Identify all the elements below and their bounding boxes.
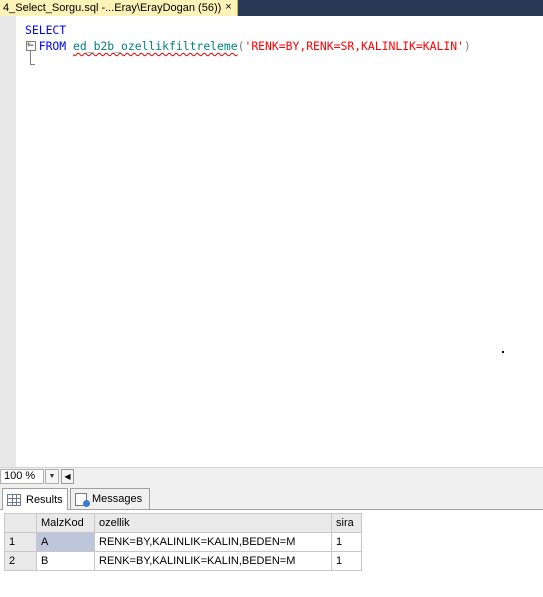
tab-messages[interactable]: Messages [70,488,150,509]
close-icon[interactable]: × [223,2,234,13]
zoom-bar: 100 % ▼ ◀ [0,467,543,485]
results-table: MalzKod ozellik sira 1 A RENK=BY,KALINLI… [4,513,362,571]
messages-icon [75,492,90,507]
table-row: 2 B RENK=BY,KALINLIK=KALIN,BEDEN=M 1 [4,551,362,571]
cell-ozellik[interactable]: RENK=BY,KALINLIK=KALIN,BEDEN=M [94,551,332,571]
column-header-sira[interactable]: sira [331,513,362,533]
mouse-cursor [502,351,504,353]
string-argument: 'RENK=BY,RENK=SR,KALINLIK=KALIN' [244,39,464,53]
zoom-select[interactable]: 100 % [0,469,44,484]
grid-icon [7,493,21,506]
cell-ozellik[interactable]: RENK=BY,KALINLIK=KALIN,BEDEN=M [94,532,332,552]
sql-code[interactable]: SELECT * FROM ed_b2b_ozellikfiltreleme('… [25,22,471,54]
row-number[interactable]: 2 [4,551,37,571]
header-row: MalzKod ozellik sira [4,513,362,533]
chevron-down-icon[interactable]: ▼ [45,469,59,484]
column-header-malzkod[interactable]: MalzKod [36,513,95,533]
cell-malzkod[interactable]: B [36,551,95,571]
tab-results[interactable]: Results [2,488,68,510]
editor-gutter [0,16,16,467]
function-name: ed_b2b_ozellikfiltreleme [73,39,238,53]
close-paren: ) [463,39,471,53]
star-token: * [25,39,32,53]
cell-sira[interactable]: 1 [331,551,362,571]
column-header-ozellik[interactable]: ozellik [94,513,332,533]
scroll-left-icon[interactable]: ◀ [61,469,74,484]
row-number[interactable]: 1 [4,532,37,552]
table-row: 1 A RENK=BY,KALINLIK=KALIN,BEDEN=M 1 [4,532,362,552]
outline-end [30,64,35,65]
corner-cell[interactable] [4,513,37,533]
select-keyword: SELECT [25,23,67,37]
tab-results-label: Results [26,493,63,506]
query-editor[interactable]: − SELECT * FROM ed_b2b_ozellikfiltreleme… [0,16,543,467]
cell-sira[interactable]: 1 [331,532,362,552]
results-grid: MalzKod ozellik sira 1 A RENK=BY,KALINLI… [0,510,543,597]
document-tab[interactable]: 4_Select_Sorgu.sql -...Eray\ErayDogan (5… [0,0,238,16]
tab-messages-label: Messages [92,493,143,505]
results-tab-strip: Results Messages [0,485,543,510]
cell-malzkod[interactable]: A [36,532,95,552]
document-tab-bar: 4_Select_Sorgu.sql -...Eray\ErayDogan (5… [0,0,543,16]
document-tab-title: 4_Select_Sorgu.sql -...Eray\ErayDogan (5… [3,2,222,14]
from-keyword: FROM [38,39,67,53]
